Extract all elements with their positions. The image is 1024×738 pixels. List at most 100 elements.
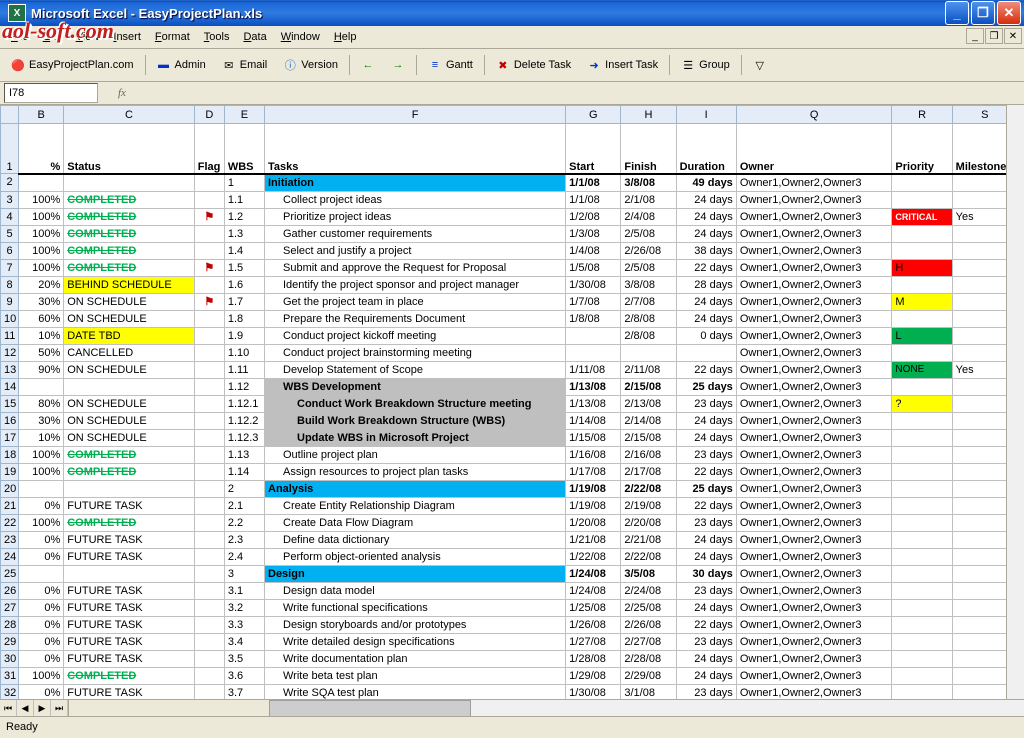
priority-cell[interactable] [892, 599, 952, 616]
row-header-28[interactable]: 28 [1, 616, 19, 633]
task-cell[interactable]: Prioritize project ideas [265, 208, 566, 225]
table-row[interactable]: 3100%COMPLETED1.1Collect project ideas1/… [1, 191, 1018, 208]
priority-cell[interactable] [892, 497, 952, 514]
status-cell[interactable]: COMPLETED [64, 667, 195, 684]
hdr-duration[interactable]: Duration [676, 124, 736, 174]
row-header-10[interactable]: 10 [1, 310, 19, 327]
status-cell[interactable]: ON SCHEDULE [64, 395, 195, 412]
flag-cell[interactable] [194, 276, 224, 293]
horizontal-scrollbar[interactable] [269, 700, 1024, 717]
row-header-17[interactable]: 17 [1, 429, 19, 446]
doc-restore-button[interactable]: ❐ [985, 28, 1003, 44]
flag-cell[interactable] [194, 599, 224, 616]
epp-link[interactable]: 🔴EasyProjectPlan.com [4, 53, 141, 77]
status-cell[interactable]: COMPLETED [64, 514, 195, 531]
priority-cell[interactable] [892, 531, 952, 548]
table-row[interactable]: 300%FUTURE TASK3.5Write documentation pl… [1, 650, 1018, 667]
priority-cell[interactable] [892, 378, 952, 395]
task-cell[interactable]: Get the project team in place [265, 293, 566, 310]
forward-button[interactable]: → [384, 53, 412, 77]
row-header-13[interactable]: 13 [1, 361, 19, 378]
status-cell[interactable]: ON SCHEDULE [64, 361, 195, 378]
menu-window[interactable]: Window [274, 29, 327, 45]
priority-cell[interactable]: M [892, 293, 952, 310]
priority-cell[interactable] [892, 667, 952, 684]
status-cell[interactable]: FUTURE TASK [64, 582, 195, 599]
flag-cell[interactable] [194, 514, 224, 531]
task-cell[interactable]: Select and justify a project [265, 242, 566, 259]
status-cell[interactable]: FUTURE TASK [64, 650, 195, 667]
table-row[interactable]: 930%ON SCHEDULE⚑1.7Get the project team … [1, 293, 1018, 310]
flag-cell[interactable] [194, 531, 224, 548]
row-header-21[interactable]: 21 [1, 497, 19, 514]
table-row[interactable]: 202Analysis1/19/082/22/0825 daysOwner1,O… [1, 480, 1018, 497]
task-cell[interactable]: Assign resources to project plan tasks [265, 463, 566, 480]
table-row[interactable]: 18100%COMPLETED1.13Outline project plan1… [1, 446, 1018, 463]
row-header-15[interactable]: 15 [1, 395, 19, 412]
status-cell[interactable]: FUTURE TASK [64, 531, 195, 548]
col-header-B[interactable]: B [19, 106, 64, 124]
hdr-finish[interactable]: Finish [621, 124, 676, 174]
table-row[interactable]: 1390%ON SCHEDULE1.11Develop Statement of… [1, 361, 1018, 378]
hdr-tasks[interactable]: Version 1Tasks [265, 124, 566, 174]
status-cell[interactable]: ON SCHEDULE [64, 412, 195, 429]
priority-cell[interactable] [892, 429, 952, 446]
priority-cell[interactable]: NONE [892, 361, 952, 378]
table-row[interactable]: 31100%COMPLETED3.6Write beta test plan1/… [1, 667, 1018, 684]
status-cell[interactable]: COMPLETED [64, 242, 195, 259]
tab-last-icon[interactable]: ⏭ [51, 700, 68, 717]
sheet-tab-nav[interactable]: ⏮ ◀ ▶ ⏭ [0, 700, 69, 717]
status-cell[interactable]: ON SCHEDULE [64, 293, 195, 310]
table-row[interactable]: 230%FUTURE TASK2.3Define data dictionary… [1, 531, 1018, 548]
row-header-5[interactable]: 5 [1, 225, 19, 242]
priority-cell[interactable] [892, 633, 952, 650]
col-header-F[interactable]: F [265, 106, 566, 124]
priority-cell[interactable] [892, 310, 952, 327]
priority-cell[interactable] [892, 514, 952, 531]
flag-cell[interactable]: ⚑ [194, 208, 224, 225]
priority-cell[interactable] [892, 344, 952, 361]
col-header-C[interactable]: C [64, 106, 195, 124]
task-cell[interactable]: Conduct project brainstorming meeting [265, 344, 566, 361]
task-cell[interactable]: Gather customer requirements [265, 225, 566, 242]
row-header-22[interactable]: 22 [1, 514, 19, 531]
table-row[interactable]: 1630%ON SCHEDULE1.12.2Build Work Breakdo… [1, 412, 1018, 429]
back-button[interactable]: ← [354, 53, 382, 77]
col-header-I[interactable]: I [676, 106, 736, 124]
maximize-button[interactable]: ❐ [971, 1, 995, 25]
task-cell[interactable]: Conduct Work Breakdown Structure meeting [265, 395, 566, 412]
task-cell[interactable]: Collect project ideas [265, 191, 566, 208]
status-cell[interactable]: CANCELLED [64, 344, 195, 361]
status-cell[interactable]: ON SCHEDULE [64, 429, 195, 446]
priority-cell[interactable] [892, 463, 952, 480]
delete-task-button[interactable]: ✖Delete Task [489, 53, 578, 77]
email-button[interactable]: ✉Email [215, 53, 275, 77]
row-header-26[interactable]: 26 [1, 582, 19, 599]
task-cell[interactable]: Design [265, 565, 566, 582]
row-header-19[interactable]: 19 [1, 463, 19, 480]
row-header-4[interactable]: 4 [1, 208, 19, 225]
table-row[interactable]: 1060%ON SCHEDULE1.8Prepare the Requireme… [1, 310, 1018, 327]
col-header-E[interactable]: E [224, 106, 264, 124]
priority-cell[interactable]: ? [892, 395, 952, 412]
table-row[interactable]: 22100%COMPLETED2.2Create Data Flow Diagr… [1, 514, 1018, 531]
hdr-wbs[interactable]: WBS [224, 124, 264, 174]
tab-first-icon[interactable]: ⏮ [0, 700, 17, 717]
priority-cell[interactable] [892, 242, 952, 259]
flag-cell[interactable] [194, 463, 224, 480]
status-cell[interactable]: COMPLETED [64, 191, 195, 208]
priority-cell[interactable] [892, 191, 952, 208]
table-row[interactable]: 260%FUTURE TASK3.1Design data model1/24/… [1, 582, 1018, 599]
table-row[interactable]: 21Initiation1/1/083/8/0849 daysOwner1,Ow… [1, 174, 1018, 192]
table-row[interactable]: 270%FUTURE TASK3.2Write functional speci… [1, 599, 1018, 616]
flag-cell[interactable] [194, 582, 224, 599]
flag-cell[interactable] [194, 242, 224, 259]
row-header-20[interactable]: 20 [1, 480, 19, 497]
priority-cell[interactable] [892, 548, 952, 565]
col-header-D[interactable]: D [194, 106, 224, 124]
task-cell[interactable]: Perform object-oriented analysis [265, 548, 566, 565]
status-cell[interactable]: FUTURE TASK [64, 633, 195, 650]
row-header-1[interactable]: 1 [1, 124, 19, 174]
status-cell[interactable] [64, 378, 195, 395]
status-cell[interactable] [64, 174, 195, 192]
